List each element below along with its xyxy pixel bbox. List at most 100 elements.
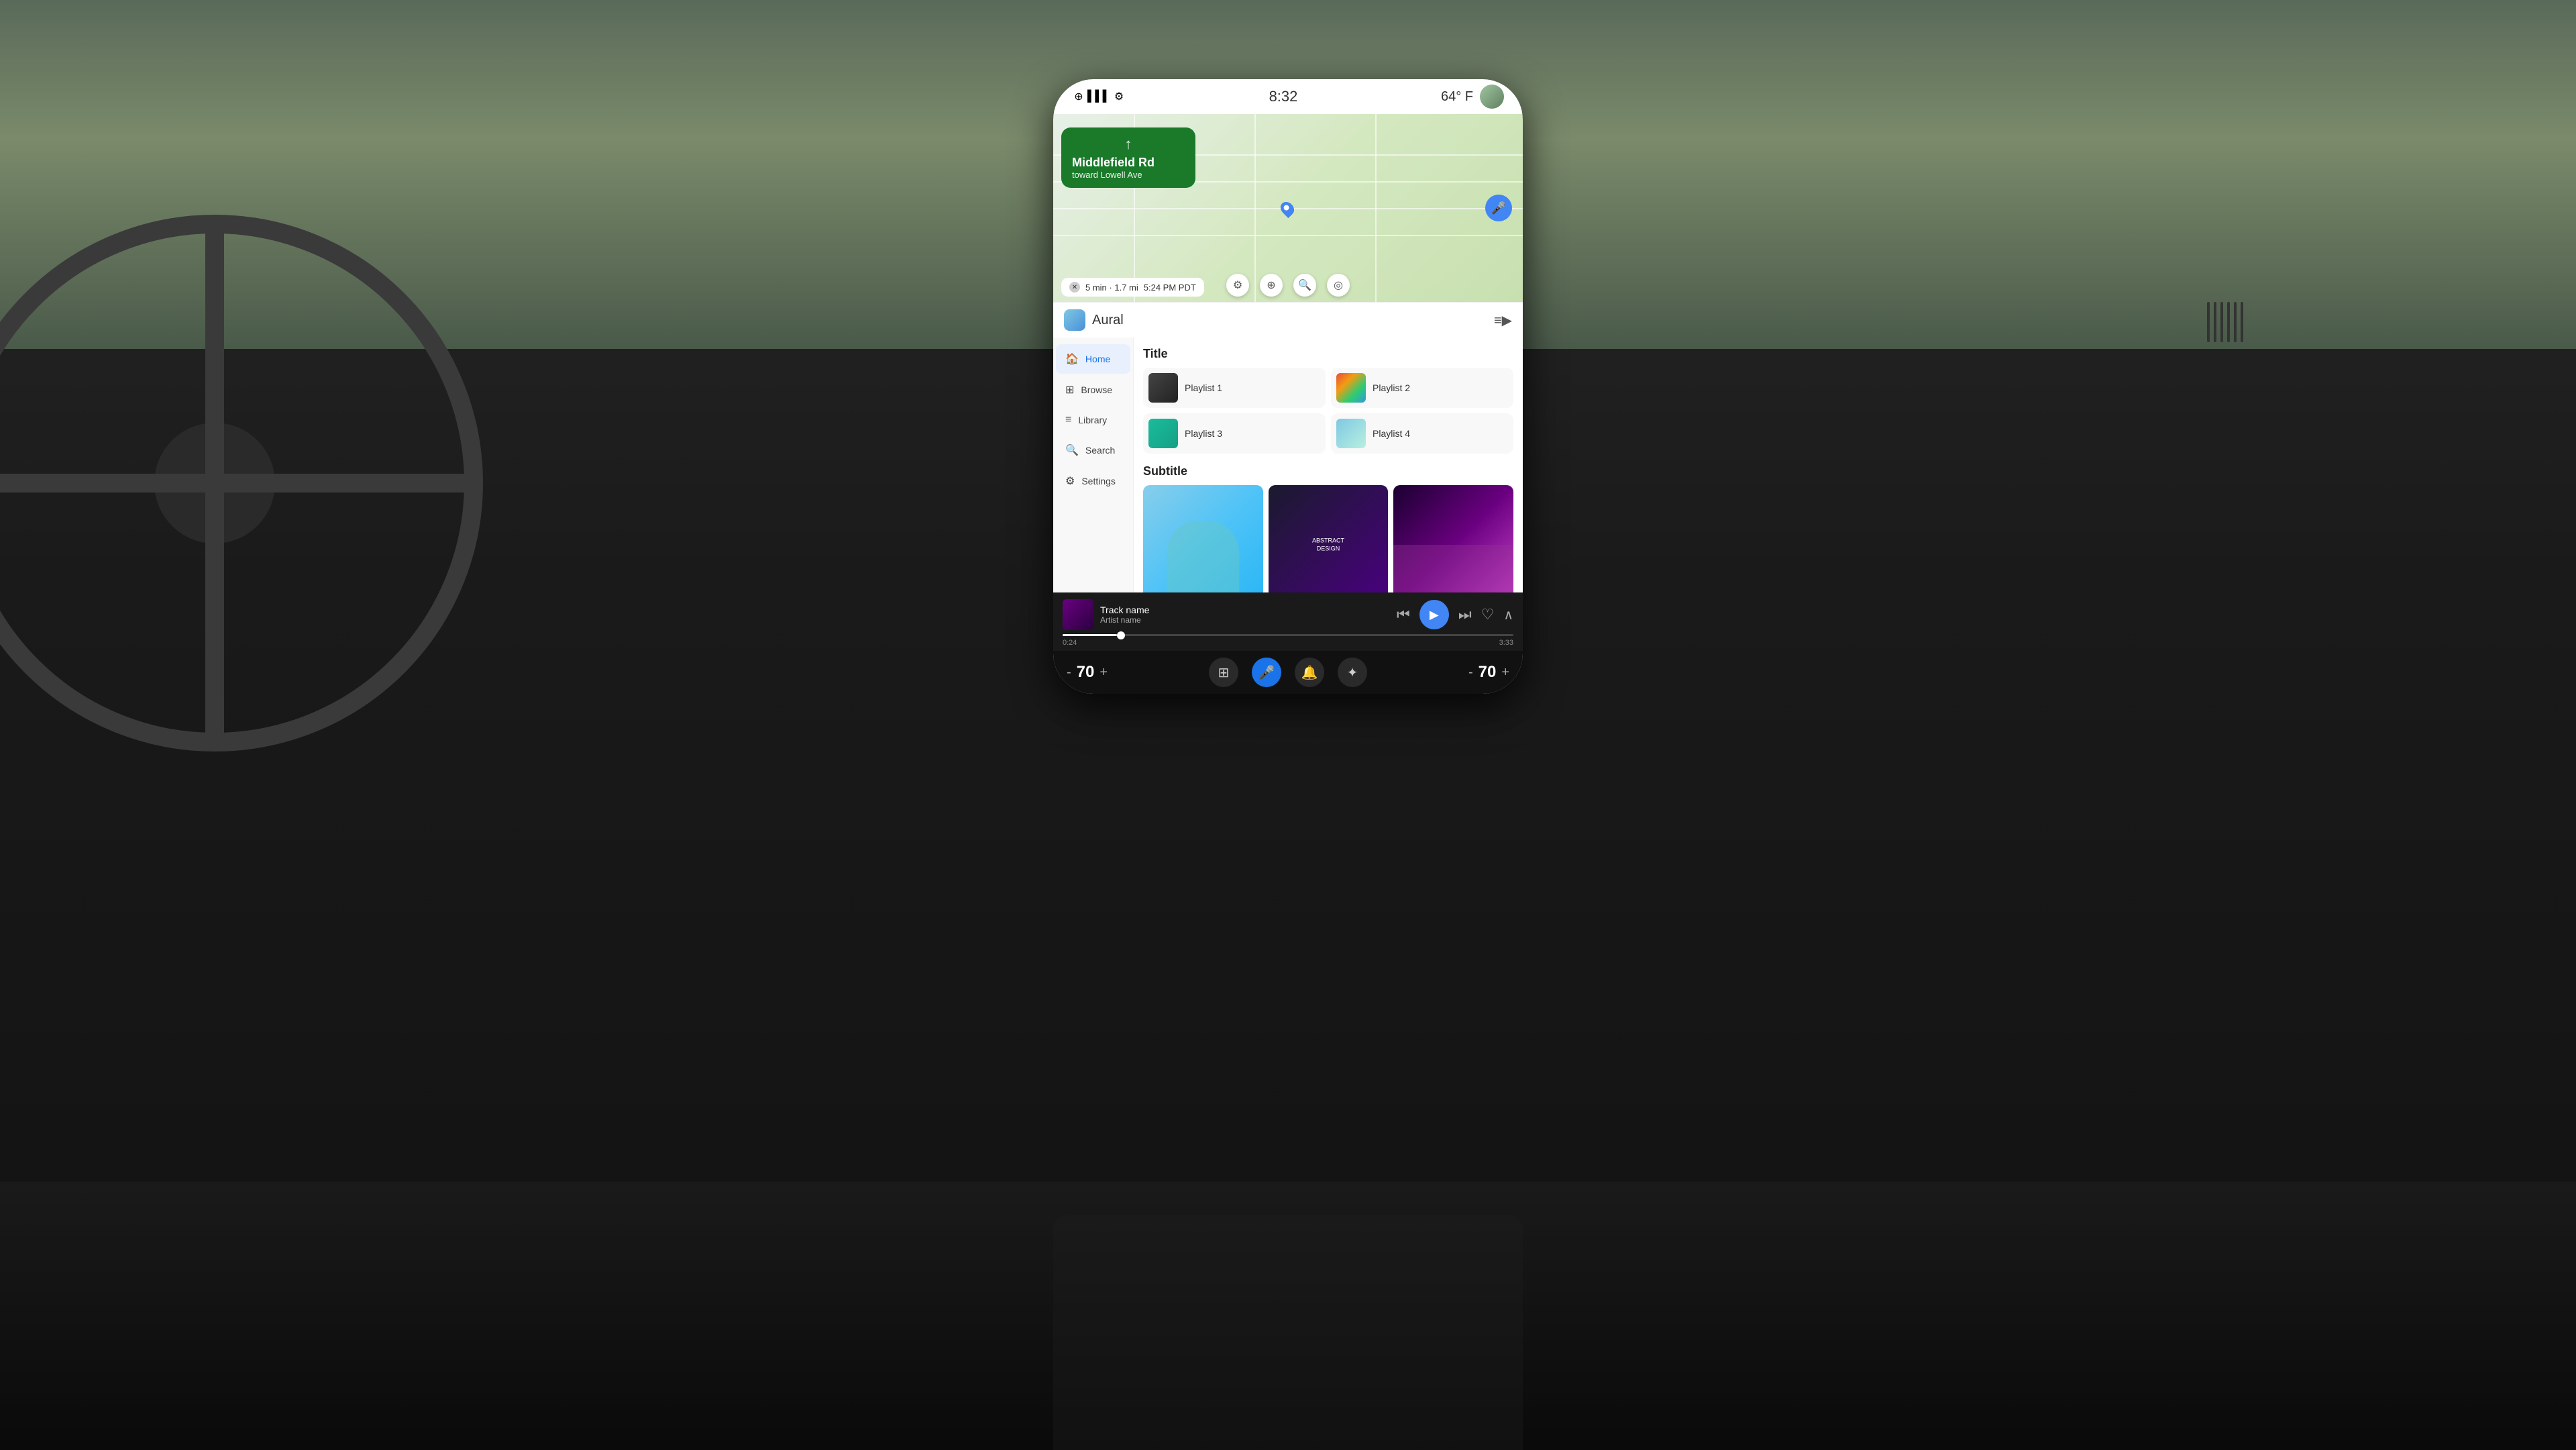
map-filter-btn[interactable]: ⊕ <box>1260 274 1283 297</box>
status-time: 8:32 <box>1269 88 1298 105</box>
sidebar-item-search[interactable]: 🔍 Search <box>1056 435 1130 465</box>
progress-fill <box>1063 634 1117 636</box>
vol-right-plus[interactable]: + <box>1501 665 1509 680</box>
settings-nav-icon: ⚙ <box>1065 474 1075 488</box>
play-pause-button[interactable]: ▶ <box>1419 600 1449 629</box>
sidebar-search-label: Search <box>1085 445 1115 456</box>
map-info-close-btn[interactable]: ✕ <box>1069 282 1080 293</box>
subtitle-thumb-2: ABSTRACTDESIGN <box>1269 485 1389 592</box>
map-settings-btn[interactable]: ⚙ <box>1226 274 1249 297</box>
bluetooth-icon: ⊕ <box>1072 90 1085 103</box>
player-main: Track name Artist name ⏮ ▶ ⏭ ♡ ∧ <box>1063 599 1513 630</box>
bottom-icons: ⊞ 🎤 🔔 ✦ <box>1209 658 1367 687</box>
map-info-bar: ✕ 5 min · 1.7 mi 5:24 PM PDT <box>1061 278 1204 297</box>
app-header: Aural ≡▶ <box>1053 303 1523 338</box>
expand-button[interactable]: ∧ <box>1503 607 1513 623</box>
queue-icon[interactable]: ≡▶ <box>1494 312 1512 329</box>
app-name: Aural <box>1092 313 1124 328</box>
center-console <box>1053 1215 1523 1450</box>
playlist-thumb-4 <box>1336 419 1366 448</box>
favorite-button[interactable]: ♡ <box>1481 606 1495 623</box>
playlist-name-1: Playlist 1 <box>1185 382 1222 393</box>
map-location-btn[interactable]: ◎ <box>1327 274 1350 297</box>
right-console <box>2174 235 2509 570</box>
volume-left: - 70 + <box>1067 663 1108 682</box>
map-destination-marker <box>1278 199 1297 218</box>
playlist-name-2: Playlist 2 <box>1373 382 1410 393</box>
player-controls: ⏮ ▶ ⏭ ♡ ∧ <box>1397 600 1513 629</box>
map-controls: ⚙ ⊕ 🔍 ◎ <box>1226 274 1350 297</box>
right-vent <box>2207 302 2243 342</box>
subtitle-item-2[interactable]: ABSTRACTDESIGN Playlist name 2 <box>1269 485 1389 592</box>
microphone-button[interactable]: 🎤 <box>1252 658 1281 687</box>
subtitle-thumb-3 <box>1393 485 1513 592</box>
user-avatar[interactable] <box>1480 85 1504 109</box>
playlist-thumb-3 <box>1148 419 1178 448</box>
subtitle-item-3[interactable]: Playlist name 3 <box>1393 485 1513 592</box>
sidebar-item-library[interactable]: ≡ Library <box>1056 406 1130 434</box>
map-eta: 5 min · 1.7 mi <box>1085 282 1138 293</box>
sidebar-item-browse[interactable]: ⊞ Browse <box>1056 375 1130 405</box>
subtitle-grid: Playlist name 1 ABSTRACTDESIGN Playlist … <box>1143 485 1513 592</box>
person-silhouette-1 <box>1167 521 1239 592</box>
progress-bar[interactable] <box>1063 634 1513 636</box>
sidebar-settings-label: Settings <box>1081 476 1116 486</box>
player-album-art <box>1063 599 1093 630</box>
bottom-controls: - 70 + ⊞ 🎤 🔔 ✦ - 70 + <box>1053 651 1523 694</box>
player-info: Track name Artist name <box>1100 605 1397 625</box>
sidebar-browse-label: Browse <box>1081 384 1112 395</box>
next-track-button[interactable]: ⏭ <box>1458 606 1472 623</box>
playlist-item-3[interactable]: Playlist 3 <box>1143 413 1326 454</box>
progress-dot <box>1117 631 1125 639</box>
playlist-item-1[interactable]: Playlist 1 <box>1143 368 1326 408</box>
player-track-name: Track name <box>1100 605 1397 615</box>
steering-spoke-v <box>205 234 224 733</box>
vol-left-minus[interactable]: - <box>1067 665 1071 680</box>
main-content[interactable]: Title Playlist 1 Playlist 2 <box>1134 338 1523 592</box>
star-button[interactable]: ✦ <box>1338 658 1367 687</box>
sidebar-home-label: Home <box>1085 354 1110 364</box>
playlist-name-3: Playlist 3 <box>1185 428 1222 439</box>
app-logo: Aural <box>1064 309 1124 331</box>
map-area[interactable]: ↑ Middlefield Rd toward Lowell Ave ✕ 5 m… <box>1053 114 1523 302</box>
playlist-name-4: Playlist 4 <box>1373 428 1410 439</box>
status-bar-left: ⊕ ▌▌▌ ⚙ <box>1072 90 1126 103</box>
subtitle-item-1[interactable]: Playlist name 1 <box>1143 485 1263 592</box>
phone-frame: ⊕ ▌▌▌ ⚙ 8:32 64° F ↑ Middlefield Rd <box>1053 79 1523 694</box>
playlist-item-2[interactable]: Playlist 2 <box>1331 368 1513 408</box>
voice-button[interactable]: 🎤 <box>1485 195 1512 221</box>
vol-left-value: 70 <box>1077 663 1095 682</box>
grid-button[interactable]: ⊞ <box>1209 658 1238 687</box>
map-road-v3 <box>1375 114 1377 302</box>
total-time: 3:33 <box>1499 639 1513 647</box>
vol-left-plus[interactable]: + <box>1099 665 1108 680</box>
vol-right-minus[interactable]: - <box>1468 665 1473 680</box>
browse-icon: ⊞ <box>1065 383 1074 397</box>
sidebar: 🏠 Home ⊞ Browse ≡ Library 🔍 Search <box>1053 338 1134 592</box>
playlist-item-4[interactable]: Playlist 4 <box>1331 413 1513 454</box>
playlist-thumb-1 <box>1148 373 1178 403</box>
steering-spoke-h <box>0 474 464 493</box>
status-bar: ⊕ ▌▌▌ ⚙ 8:32 64° F <box>1053 79 1523 114</box>
vent-row <box>2207 302 2243 342</box>
current-time: 0:24 <box>1063 639 1077 647</box>
search-nav-icon: 🔍 <box>1065 444 1079 457</box>
bell-button[interactable]: 🔔 <box>1295 658 1324 687</box>
settings-icon: ⚙ <box>1112 90 1126 103</box>
sidebar-item-settings[interactable]: ⚙ Settings <box>1056 466 1130 496</box>
subtitle-section-title: Subtitle <box>1143 464 1513 478</box>
progress-times: 0:24 3:33 <box>1063 639 1513 651</box>
phone-mount: ⊕ ▌▌▌ ⚙ 8:32 64° F ↑ Middlefield Rd <box>1053 79 1523 694</box>
nav-arrow-icon: ↑ <box>1072 136 1185 153</box>
nav-street: Middlefield Rd <box>1072 156 1185 170</box>
map-search-btn[interactable]: 🔍 <box>1293 274 1316 297</box>
map-road-4 <box>1053 235 1523 236</box>
playlist-grid: Playlist 1 Playlist 2 Playlist 3 Pl <box>1143 368 1513 454</box>
app-body: 🏠 Home ⊞ Browse ≡ Library 🔍 Search <box>1053 338 1523 592</box>
status-bar-right: 64° F <box>1441 85 1504 109</box>
subtitle-thumb-1 <box>1143 485 1263 592</box>
sidebar-item-home[interactable]: 🏠 Home <box>1056 344 1130 374</box>
app-section: Aural ≡▶ 🏠 Home ⊞ Browse ≡ <box>1053 302 1523 694</box>
prev-track-button[interactable]: ⏮ <box>1397 606 1410 623</box>
home-icon: 🏠 <box>1065 352 1079 366</box>
